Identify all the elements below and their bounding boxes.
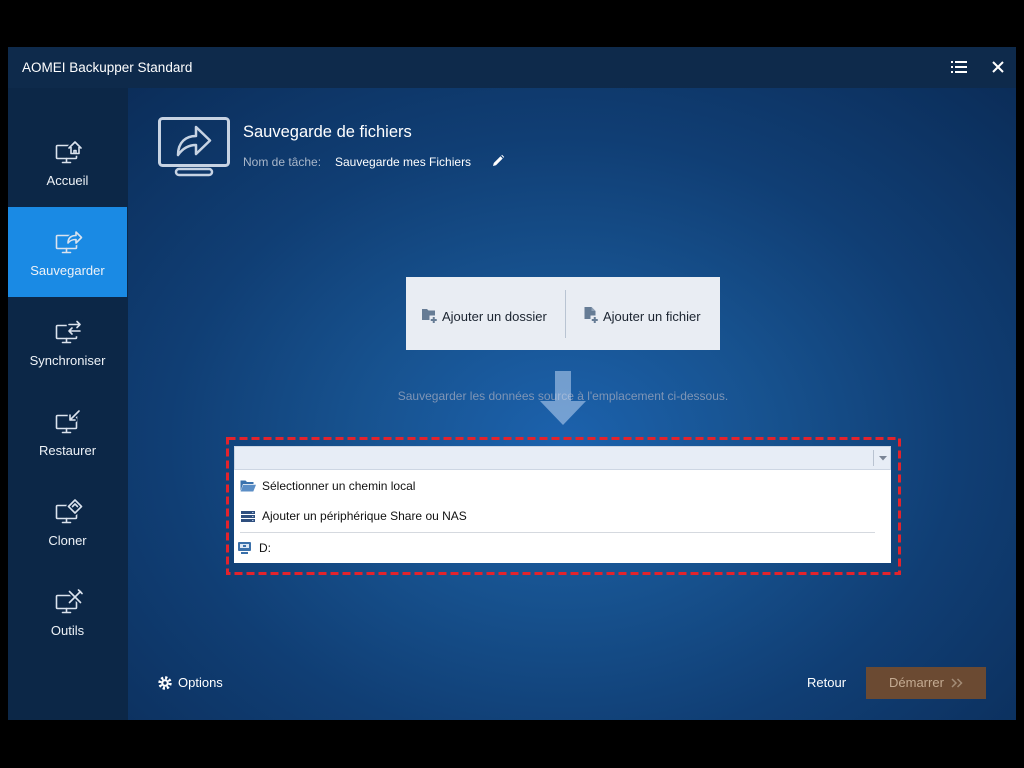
app-title: AOMEI Backupper Standard <box>22 60 193 75</box>
folder-add-icon <box>421 307 438 324</box>
sidebar-item-sauvegarder[interactable]: Sauvegarder <box>8 207 127 297</box>
sidebar-item-label: Cloner <box>48 533 87 548</box>
option-label: Ajouter un périphérique Share ou NAS <box>262 509 467 523</box>
add-folder-label: Ajouter un dossier <box>442 309 547 324</box>
main-panel: Sauvegarde de fichiers Nom de tâche: Sau… <box>128 88 1016 720</box>
caret-down-icon[interactable] <box>878 453 888 463</box>
title-bar: AOMEI Backupper Standard <box>8 47 1016 88</box>
drive-icon <box>238 542 251 554</box>
sidebar: Accueil Sauvegarder Synchroniser Restaur… <box>8 88 128 720</box>
arrow-down-icon <box>540 371 586 425</box>
sidebar-item-label: Accueil <box>46 173 89 188</box>
sidebar-item-label: Restaurer <box>38 443 97 458</box>
destination-options-list: Sélectionner un chemin local Ajouter un … <box>234 470 891 563</box>
add-file-button[interactable]: Ajouter un fichier <box>566 277 720 350</box>
sidebar-item-restaurer[interactable]: Restaurer <box>8 387 127 477</box>
restore-monitor-icon <box>55 409 83 435</box>
destination-dropdown[interactable] <box>234 446 891 470</box>
start-button-label: Démarrer <box>889 675 944 690</box>
file-add-icon <box>583 306 599 324</box>
add-file-label: Ajouter un fichier <box>603 309 701 324</box>
sync-monitor-icon <box>55 319 83 345</box>
double-chevron-right-icon <box>951 678 963 688</box>
sidebar-item-label: Sauvegarder <box>30 263 105 278</box>
option-add-nas[interactable]: Ajouter un périphérique Share ou NAS <box>234 501 891 531</box>
nas-server-icon <box>241 511 255 522</box>
folder-open-icon <box>240 480 256 492</box>
add-folder-button[interactable]: Ajouter un dossier <box>406 277 565 350</box>
sidebar-item-outils[interactable]: Outils <box>8 567 127 657</box>
tools-monitor-icon <box>55 589 83 615</box>
backup-monitor-icon <box>55 229 83 255</box>
file-backup-monitor-icon <box>158 117 230 177</box>
task-name-label: Nom de tâche: <box>243 155 322 169</box>
options-button[interactable]: Options <box>178 675 223 691</box>
pencil-icon[interactable] <box>491 154 505 168</box>
source-selection-panel: Ajouter un dossier Ajouter un fichier <box>406 277 720 350</box>
app-window: AOMEI Backupper Standard Accueil Sauvega… <box>8 47 1016 720</box>
back-button[interactable]: Retour <box>807 675 846 691</box>
option-local-path[interactable]: Sélectionner un chemin local <box>234 471 891 501</box>
start-button[interactable]: Démarrer <box>866 667 986 699</box>
gear-icon[interactable] <box>158 676 172 690</box>
option-drive-d[interactable]: D: <box>234 533 891 563</box>
sidebar-item-label: Outils <box>50 623 85 638</box>
option-label: D: <box>259 541 271 555</box>
menu-list-icon[interactable] <box>945 53 973 81</box>
clone-monitor-icon <box>55 499 83 525</box>
task-name-value: Sauvegarde mes Fichiers <box>335 155 472 169</box>
sidebar-item-accueil[interactable]: Accueil <box>8 117 127 207</box>
page-title: Sauvegarde de fichiers <box>243 123 412 141</box>
sidebar-item-label: Synchroniser <box>29 353 106 368</box>
option-label: Sélectionner un chemin local <box>262 479 416 493</box>
sidebar-item-cloner[interactable]: Cloner <box>8 477 127 567</box>
dropdown-separator <box>873 450 874 466</box>
sidebar-item-synchroniser[interactable]: Synchroniser <box>8 297 127 387</box>
home-monitor-icon <box>55 139 83 165</box>
close-icon[interactable] <box>984 53 1012 81</box>
